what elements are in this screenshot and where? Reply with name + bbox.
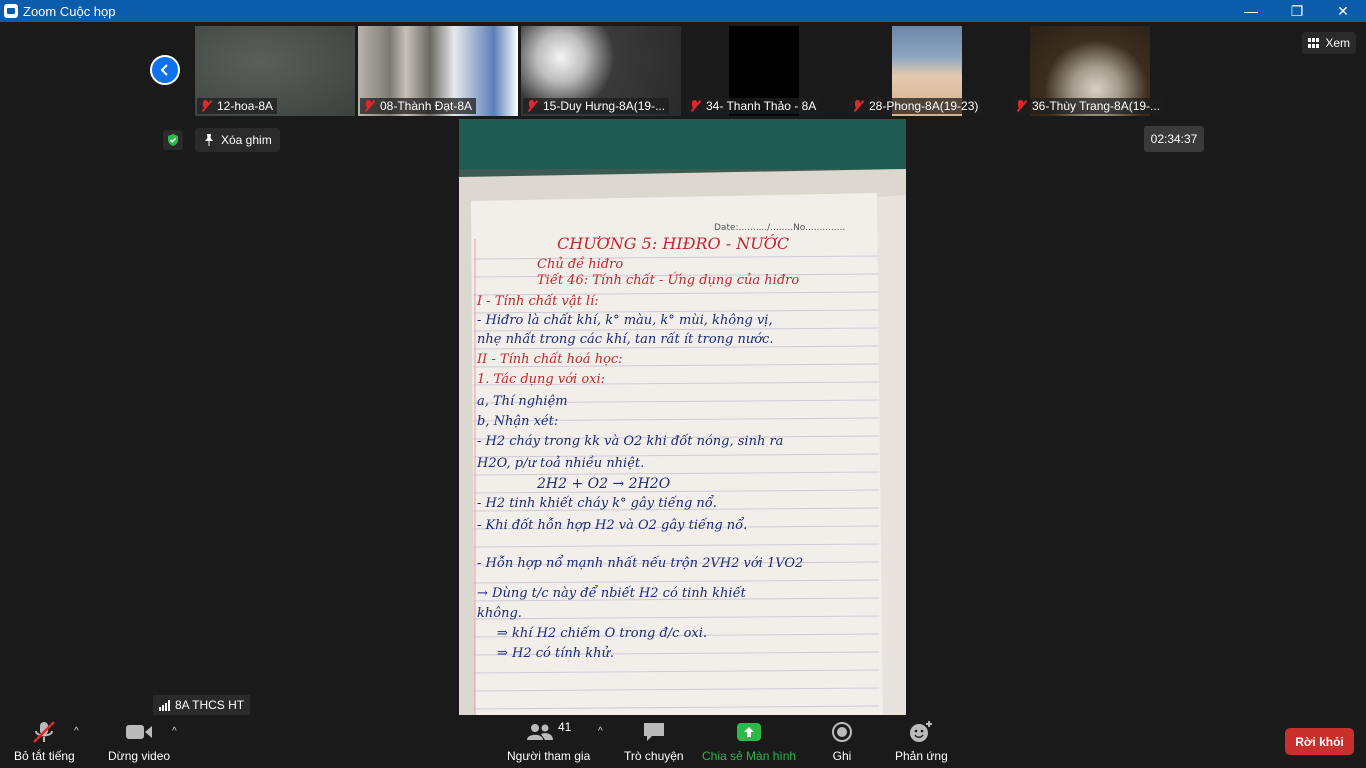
video-camera-icon	[125, 720, 153, 744]
title-bar: Zoom Cuộc họp — ❐ ✕	[0, 0, 1366, 22]
mic-muted-icon	[362, 99, 376, 113]
notebook-line: I - Tính chất vật lí:	[477, 294, 599, 309]
maximize-button[interactable]: ❐	[1274, 0, 1320, 22]
mute-label: Bỏ tắt tiếng	[14, 749, 75, 763]
notebook-line: không.	[477, 606, 522, 621]
notebook-line: a, Thí nghiệm	[477, 394, 568, 409]
participant-tile[interactable]: 28-Phong-8A(19-23)	[847, 26, 1007, 116]
mute-button[interactable]: Bỏ tắt tiếng	[14, 720, 75, 763]
mic-muted-icon	[199, 99, 213, 113]
participants-icon	[526, 724, 553, 740]
reactions-button[interactable]: Phản ứng	[895, 720, 948, 763]
leave-meeting-button[interactable]: Rời khỏi	[1285, 728, 1354, 755]
mic-muted-icon	[31, 720, 57, 744]
participant-tile[interactable]: 08-Thành Đạt-8A	[358, 26, 518, 116]
participant-name: 12-hoa-8A	[217, 99, 274, 113]
participant-name: 28-Phong-8A(19-23)	[869, 99, 979, 113]
window-controls: — ❐ ✕	[1228, 0, 1366, 22]
notebook-line: 2H2 + O2 → 2H2O	[537, 476, 671, 492]
notebook-date-line: Date:........../........No..............	[714, 223, 846, 233]
participant-label: 12-hoa-8A	[197, 98, 278, 114]
share-screen-icon	[737, 720, 762, 744]
mic-muted-icon	[1014, 99, 1028, 113]
grid-view-icon	[1308, 38, 1320, 48]
close-button[interactable]: ✕	[1320, 0, 1366, 22]
participants-icon-wrap: 41	[526, 720, 571, 744]
mic-muted-icon	[851, 99, 865, 113]
encryption-shield-icon[interactable]	[163, 130, 183, 150]
notebook-line: nhẹ nhất trong các khí, tan rất ít trong…	[477, 332, 774, 347]
unpin-label: Xóa ghim	[221, 133, 272, 147]
mic-muted-icon	[688, 99, 702, 113]
notebook-line: → Dùng t/c này để nbiết H2 có tinh khiết	[477, 586, 746, 601]
view-button-label: Xem	[1325, 36, 1350, 50]
pin-icon	[205, 134, 213, 146]
notebook-line: ⇒ H2 có tính khử.	[497, 646, 615, 661]
meeting-stage: 12-hoa-8A 08-Thành Đạt-8A 15-Duy Hưng-8A…	[0, 22, 1366, 716]
notebook-line: - H2 cháy trong kk và O2 khi đốt nóng, s…	[477, 434, 784, 449]
participant-name: 34- Thanh Thảo - 8A	[706, 99, 817, 113]
participant-name: 08-Thành Đạt-8A	[380, 99, 473, 113]
chat-label: Trò chuyện	[624, 749, 684, 763]
notebook-line: - Hỗn hợp nổ mạnh nhất nếu trộn 2VH2 với…	[477, 556, 804, 571]
reactions-label: Phản ứng	[895, 749, 948, 763]
participant-strip: 12-hoa-8A 08-Thành Đạt-8A 15-Duy Hưng-8A…	[195, 26, 1170, 116]
participants-options-caret[interactable]: ^	[598, 726, 603, 737]
share-label: Chia sẻ Màn hình	[702, 749, 797, 763]
mic-muted-icon	[525, 99, 539, 113]
notebook-line: - Hiđro là chất khí, k° màu, k° mùi, khô…	[477, 313, 773, 328]
meeting-toolbar: Bỏ tắt tiếng ^ Dừng video ^ 41 Người tha…	[0, 716, 1366, 768]
participant-tile[interactable]: 15-Duy Hưng-8A(19-...	[521, 26, 681, 116]
notebook-line: Chủ đề hiđro	[537, 257, 624, 272]
connection-label: 8A THCS HT	[153, 695, 251, 715]
notebook-line: CHƯƠNG 5: HIĐRO - NƯỚC	[557, 234, 790, 253]
participant-name: 36-Thùy Trang-8A(19-...	[1032, 99, 1161, 113]
notebook-line: Tiết 46: Tính chất - Ứng dụng của hiđro	[537, 273, 800, 288]
smiley-plus-icon	[908, 720, 934, 744]
participant-label: 08-Thành Đạt-8A	[360, 98, 477, 114]
zoom-app-icon	[4, 4, 18, 18]
participant-tile[interactable]: 36-Thùy Trang-8A(19-...	[1010, 26, 1170, 116]
participant-tile[interactable]: 12-hoa-8A	[195, 26, 355, 116]
participant-name: 15-Duy Hưng-8A(19-...	[543, 99, 666, 113]
participant-tile[interactable]: 34- Thanh Thảo - 8A	[684, 26, 844, 116]
stop-video-button[interactable]: Dừng video	[108, 720, 170, 763]
notebook-line: - Khi đốt hỗn hợp H2 và O2 gây tiếng nổ.	[477, 518, 748, 533]
previous-page-button[interactable]	[150, 55, 180, 85]
unpin-button[interactable]: Xóa ghim	[195, 128, 280, 152]
notebook-line: H2O, p/ư toả nhiều nhiệt.	[477, 456, 645, 471]
chat-bubble-icon	[642, 720, 666, 744]
record-icon	[831, 720, 853, 744]
view-button[interactable]: Xem	[1302, 32, 1356, 54]
participants-button[interactable]: 41 Người tham gia	[507, 720, 590, 763]
share-screen-button[interactable]: Chia sẻ Màn hình	[702, 720, 796, 763]
participant-label: 34- Thanh Thảo - 8A	[686, 98, 821, 114]
record-label: Ghi	[832, 749, 852, 763]
notebook-line: 1. Tác dụng với oxi:	[477, 372, 606, 387]
participant-label: 15-Duy Hưng-8A(19-...	[523, 98, 670, 114]
video-options-caret[interactable]: ^	[172, 726, 177, 737]
participants-count: 41	[557, 720, 572, 734]
video-label: Dừng video	[108, 749, 171, 763]
notebook-line: - H2 tinh khiết cháy k° gây tiếng nổ.	[477, 496, 717, 511]
window-title: Zoom Cuộc họp	[23, 3, 116, 19]
participant-label: 28-Phong-8A(19-23)	[849, 98, 983, 114]
chat-button[interactable]: Trò chuyện	[624, 720, 684, 763]
notebook-line: II - Tính chất hoá học:	[477, 352, 623, 367]
audio-options-caret[interactable]: ^	[74, 726, 79, 737]
participants-label: Người tham gia	[507, 749, 591, 763]
notebook-line: b, Nhận xét:	[477, 414, 559, 429]
notebook-line: ⇒ khí H2 chiếm O trong đ/c oxi.	[497, 626, 708, 641]
shared-screen: Date:........../........No..............…	[459, 119, 906, 715]
connection-name: 8A THCS HT	[175, 698, 245, 712]
participant-label: 36-Thùy Trang-8A(19-...	[1012, 98, 1165, 114]
meeting-timer: 02:34:37	[1144, 126, 1204, 152]
signal-strength-icon	[159, 699, 170, 711]
minimize-button[interactable]: —	[1228, 0, 1274, 22]
chevron-left-icon	[160, 64, 168, 76]
record-button[interactable]: Ghi	[831, 720, 853, 763]
